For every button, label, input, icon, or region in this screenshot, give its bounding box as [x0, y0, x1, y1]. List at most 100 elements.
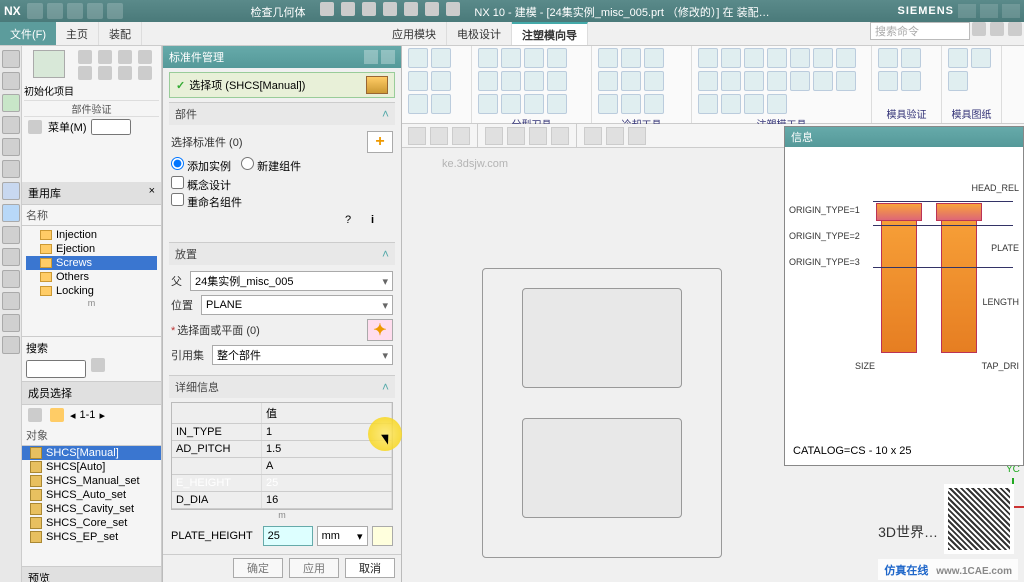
ribbon-icon[interactable]	[790, 71, 810, 91]
cancel-button[interactable]: 取消	[345, 558, 395, 578]
ribbon-icon[interactable]	[644, 71, 664, 91]
ribbon-icon[interactable]	[501, 71, 521, 91]
ribbon-icon[interactable]	[878, 48, 898, 68]
scroll-marker[interactable]: m	[26, 298, 157, 308]
ribbon-icon[interactable]	[621, 94, 641, 114]
ribbon-icon[interactable]	[501, 48, 521, 68]
hdr-icon[interactable]	[2, 160, 20, 178]
clock-icon[interactable]	[2, 248, 20, 266]
redo-icon[interactable]	[67, 3, 83, 19]
ribbon-icon[interactable]	[790, 48, 810, 68]
ribbon-icon[interactable]	[744, 48, 764, 68]
ribbon-icon[interactable]	[478, 48, 498, 68]
tab-home[interactable]: 主页	[56, 22, 99, 45]
ribbon-icon[interactable]	[408, 94, 428, 114]
ribbon-icon[interactable]	[644, 48, 664, 68]
book-icon[interactable]	[2, 182, 20, 200]
window-icon[interactable]	[990, 22, 1004, 36]
ribbon-icon[interactable]	[78, 66, 92, 80]
ribbon-icon[interactable]	[118, 66, 132, 80]
ribbon-icon[interactable]	[948, 71, 968, 91]
section-part[interactable]: 部件 ˄	[169, 102, 395, 125]
ribbon-icon[interactable]	[767, 48, 787, 68]
tool-icon[interactable]	[341, 2, 355, 16]
tool-icon[interactable]	[404, 2, 418, 16]
tab-assembly[interactable]: 装配	[99, 22, 142, 45]
ribbon-icon[interactable]	[524, 48, 544, 68]
ribbon-icon[interactable]	[408, 71, 428, 91]
cb-rename[interactable]: 重命名组件	[171, 193, 393, 210]
ribbon-icon[interactable]	[501, 94, 521, 114]
view-tool-icon[interactable]	[529, 127, 547, 145]
ribbon-icon[interactable]	[408, 48, 428, 68]
ribbon-icon[interactable]	[547, 94, 567, 114]
scroll-indicator[interactable]: m	[171, 510, 393, 520]
ok-button[interactable]: 确定	[233, 558, 283, 578]
ribbon-icon[interactable]	[598, 94, 618, 114]
view-tool-icon[interactable]	[628, 127, 646, 145]
preview-header[interactable]: 预览	[22, 566, 161, 582]
close-icon[interactable]: ×	[149, 185, 155, 201]
view-tool-icon[interactable]	[430, 127, 448, 145]
list-item[interactable]: SHCS_Core_set	[22, 516, 161, 530]
layers-icon[interactable]	[2, 270, 20, 288]
menu-label[interactable]: 菜单(M)	[48, 119, 87, 135]
ribbon-icon[interactable]	[813, 71, 833, 91]
filter-input[interactable]	[91, 119, 131, 135]
init-project-icon[interactable]	[33, 50, 65, 78]
apply-value-button[interactable]	[372, 526, 393, 546]
ribbon-icon[interactable]	[744, 71, 764, 91]
tab-electrode[interactable]: 电极设计	[447, 22, 512, 45]
ribbon-icon[interactable]	[836, 71, 856, 91]
info-button[interactable]: ?	[345, 214, 367, 234]
table-row[interactable]: IN_TYPE1	[172, 424, 392, 441]
search-input[interactable]	[26, 360, 86, 378]
refset-dropdown[interactable]: 整个部件▾	[212, 345, 393, 365]
part-nav-icon[interactable]	[2, 72, 20, 90]
list-item-selected[interactable]: SHCS[Manual]	[22, 446, 161, 460]
view-tool-icon[interactable]	[507, 127, 525, 145]
radio-new-component[interactable]: 新建组件	[241, 157, 301, 174]
command-search[interactable]: 搜索命令	[870, 22, 970, 40]
ribbon-icon[interactable]	[901, 71, 921, 91]
roles-icon[interactable]	[2, 138, 20, 156]
view-tool-icon[interactable]	[408, 127, 426, 145]
view-tool-icon[interactable]	[452, 127, 470, 145]
restore-button[interactable]	[980, 4, 998, 18]
misc2-icon[interactable]	[2, 336, 20, 354]
ribbon-icon[interactable]	[478, 71, 498, 91]
section-placement[interactable]: 放置 ˄	[169, 242, 395, 265]
position-dropdown[interactable]: PLANE▾	[201, 295, 393, 315]
filter-icon[interactable]	[50, 408, 64, 422]
selection-row[interactable]: ✓选择项 (SHCS[Manual])	[169, 72, 395, 98]
ribbon-icon[interactable]	[524, 94, 544, 114]
apply-button[interactable]: 应用	[289, 558, 339, 578]
ribbon-icon[interactable]	[813, 48, 833, 68]
view-tool-icon[interactable]	[606, 127, 624, 145]
ribbon-icon[interactable]	[721, 48, 741, 68]
tab-moldwizard[interactable]: 注塑模向导	[512, 22, 588, 45]
section-detail[interactable]: 详细信息 ˄	[169, 375, 395, 398]
reuse-lib-icon[interactable]	[2, 94, 20, 112]
ribbon-icon[interactable]	[138, 66, 152, 80]
catalog-button[interactable]	[366, 76, 388, 94]
ribbon-icon[interactable]	[698, 71, 718, 91]
tree-item[interactable]: Ejection	[26, 242, 157, 256]
list-item[interactable]: SHCS_Auto_set	[22, 488, 161, 502]
tree-item[interactable]: Others	[26, 270, 157, 284]
select-face-button[interactable]: ✦	[367, 319, 393, 341]
ribbon-icon[interactable]	[971, 48, 991, 68]
ribbon-icon[interactable]	[901, 48, 921, 68]
navigator-icon[interactable]	[2, 50, 20, 68]
gauge-icon[interactable]	[2, 226, 20, 244]
search-icon[interactable]	[91, 358, 105, 372]
ribbon-icon[interactable]	[744, 94, 764, 114]
table-row-selected[interactable]: E_HEIGHT25	[172, 475, 392, 492]
tree-item[interactable]: Injection	[26, 228, 157, 242]
unit-dropdown[interactable]: mm▾	[317, 526, 368, 546]
save-icon[interactable]	[27, 3, 43, 19]
sigma-icon[interactable]	[2, 292, 20, 310]
next-icon[interactable]: ▸	[99, 409, 105, 422]
ribbon-icon[interactable]	[431, 71, 451, 91]
ribbon-icon[interactable]	[948, 48, 968, 68]
